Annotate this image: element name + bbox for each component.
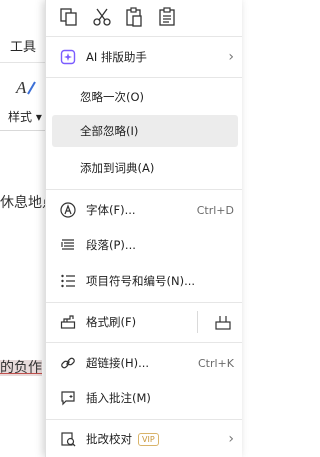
menu-item-ai-layout[interactable]: AI 排版助手 ›	[52, 41, 238, 73]
menu-item-add-to-dictionary[interactable]: 添加到词典(A)	[52, 152, 238, 184]
ai-sparkle-icon	[58, 47, 78, 67]
menu-divider	[46, 77, 242, 78]
link-icon	[58, 353, 78, 373]
style-icon[interactable]: A	[14, 76, 38, 98]
menu-divider	[46, 419, 242, 420]
style-button-label[interactable]: 样式 ▾	[8, 108, 42, 125]
menu-item-font[interactable]: 字体(F)... Ctrl+D	[52, 194, 238, 226]
menu-divider	[46, 189, 242, 190]
menu-item-bullets-numbering[interactable]: 项目符号和编号(N)...	[52, 265, 238, 297]
menu-divider	[46, 36, 242, 37]
menu-item-ignore-all[interactable]: 全部忽略(I)	[52, 115, 238, 147]
format-brush-icon[interactable]	[214, 313, 232, 331]
vip-badge: VIP	[138, 433, 159, 446]
svg-text:A: A	[15, 78, 27, 97]
paste-icon[interactable]	[124, 6, 146, 28]
chevron-right-icon: ›	[228, 431, 234, 447]
menu-vertical-separator	[197, 311, 198, 333]
menu-item-paragraph[interactable]: 段落(P)...	[52, 229, 238, 261]
proofreading-label: 批改校对	[86, 432, 132, 446]
font-icon	[58, 200, 78, 220]
document-text-selected: 的负作	[0, 360, 42, 376]
format-painter-icon	[58, 312, 78, 332]
chevron-right-icon: ›	[228, 49, 234, 65]
ribbon-tab-tools[interactable]: 工具	[10, 36, 36, 55]
menu-item-proofreading[interactable]: 批改校对 VIP ›	[52, 423, 238, 455]
list-bullets-icon	[58, 271, 78, 291]
quick-action-bar	[46, 0, 242, 34]
menu-item-ignore-once[interactable]: 忽略一次(O)	[52, 81, 238, 113]
paragraph-icon	[58, 235, 78, 255]
context-menu: AI 排版助手 › 忽略一次(O) 全部忽略(I) 添加到词典(A) 字体(F)…	[45, 0, 242, 457]
paste-special-icon[interactable]	[157, 6, 179, 28]
menu-divider	[46, 342, 242, 343]
proofreading-icon	[58, 429, 78, 449]
comment-icon	[58, 388, 78, 408]
cut-icon[interactable]	[91, 6, 113, 28]
copy-icon[interactable]	[58, 6, 80, 28]
menu-item-format-painter[interactable]: 格式刷(F)	[52, 306, 238, 338]
menu-divider	[46, 302, 242, 303]
menu-item-hyperlink[interactable]: 超链接(H)... Ctrl+K	[52, 347, 238, 379]
menu-item-insert-comment[interactable]: 插入批注(M)	[52, 382, 238, 414]
